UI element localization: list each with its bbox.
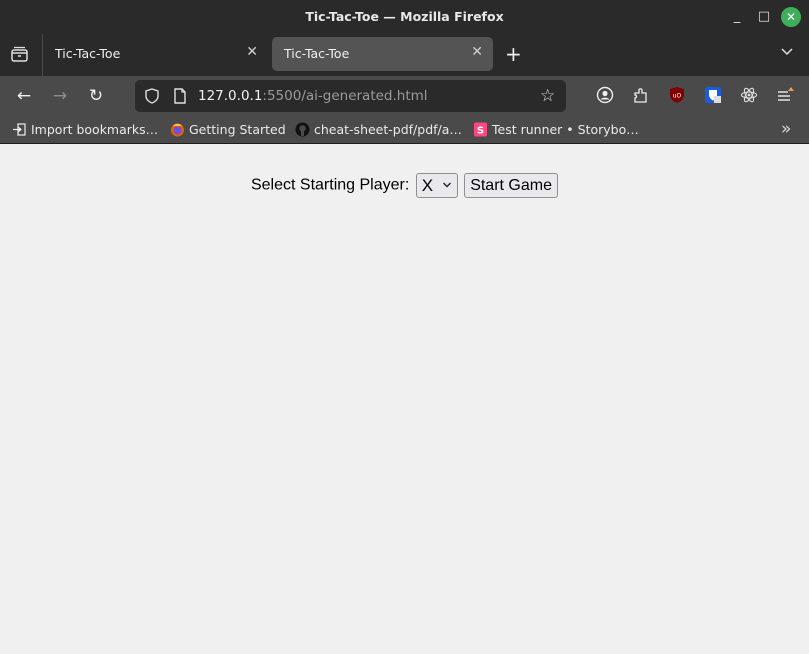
chevron-down-icon <box>442 177 452 194</box>
bookmark-test-runner[interactable]: S Test runner • Storybo… <box>473 122 639 137</box>
tab-close-button[interactable]: ✕ <box>246 44 258 60</box>
starting-player-label: Select Starting Player: <box>250 176 410 194</box>
bookmark-label: cheat-sheet-pdf/pdf/a… <box>314 122 462 137</box>
bookmark-cheat-sheet[interactable]: cheat-sheet-pdf/pdf/a… <box>295 122 462 137</box>
bookmark-label: Test runner • Storybo… <box>492 122 639 137</box>
maximize-button[interactable]: □ <box>754 7 774 27</box>
url-path: :5500/ai-generated.html <box>262 88 428 104</box>
firefox-view-button[interactable] <box>8 44 32 66</box>
chevron-down-icon <box>781 48 793 56</box>
tab-bar: Tic-Tac-Toe ✕ Tic-Tac-Toe ✕ + <box>0 34 809 76</box>
extensions-icon[interactable] <box>632 86 650 104</box>
tab-label: Tic-Tac-Toe <box>55 46 121 61</box>
forward-button[interactable]: → <box>49 85 71 107</box>
bookmark-import[interactable]: Import bookmarks… <box>12 122 158 137</box>
firefox-view-icon <box>11 46 28 62</box>
svg-text:uO: uO <box>673 93 682 100</box>
github-icon <box>295 122 310 137</box>
svg-text:S: S <box>477 126 484 137</box>
new-tab-button[interactable]: + <box>505 42 522 66</box>
bookmark-star-icon[interactable]: ☆ <box>540 86 555 106</box>
ublock-icon[interactable]: uO <box>668 86 686 104</box>
page-content: Select Starting Player: X Start Game <box>0 145 809 654</box>
bookmarks-toolbar: Import bookmarks… Getting Started cheat-… <box>0 116 809 144</box>
list-all-tabs-button[interactable] <box>779 43 795 63</box>
url-host: 127.0.0.1 <box>198 88 263 104</box>
selected-player-value: X <box>421 176 434 195</box>
tab-label: Tic-Tac-Toe <box>284 46 350 61</box>
account-icon[interactable] <box>596 86 614 104</box>
reload-button[interactable]: ↻ <box>85 85 107 107</box>
tab-close-button[interactable]: ✕ <box>471 44 483 60</box>
url-bar[interactable]: 127.0.0.1:5500/ai-generated.html ☆ <box>135 80 566 112</box>
minimize-button[interactable]: _ <box>727 7 747 27</box>
import-icon <box>13 123 26 136</box>
page-icon[interactable] <box>172 87 188 105</box>
close-window-button[interactable]: ✕ <box>781 7 801 27</box>
url-text[interactable]: 127.0.0.1:5500/ai-generated.html <box>198 88 428 104</box>
tab-tic-tac-toe-2-active[interactable]: Tic-Tac-Toe ✕ <box>272 37 493 71</box>
bookmark-label: Import bookmarks… <box>31 122 159 137</box>
game-controls: Select Starting Player: X Start Game <box>0 173 809 198</box>
app-menu-icon[interactable] <box>776 86 794 104</box>
navigation-toolbar: ← → ↻ 127.0.0.1:5500/ai-generated.html ☆… <box>0 76 809 116</box>
window-title: Tic-Tac-Toe — Mozilla Firefox <box>305 9 504 24</box>
storybook-icon: S <box>474 122 487 137</box>
react-devtools-icon[interactable] <box>740 86 758 104</box>
back-button[interactable]: ← <box>13 85 35 107</box>
window-titlebar: Tic-Tac-Toe — Mozilla Firefox _ □ ✕ <box>0 0 809 34</box>
bookmark-getting-started[interactable]: Getting Started <box>170 122 286 137</box>
bitwarden-icon[interactable] <box>704 86 722 104</box>
firefox-icon <box>171 123 184 137</box>
bookmarks-overflow-button[interactable]: » <box>781 119 791 139</box>
starting-player-select[interactable]: X <box>415 173 458 198</box>
tracking-protection-shield-icon[interactable] <box>143 87 161 105</box>
start-game-button[interactable]: Start Game <box>464 173 558 198</box>
bookmark-label: Getting Started <box>189 122 286 137</box>
tab-tic-tac-toe-1[interactable]: Tic-Tac-Toe ✕ <box>43 37 268 71</box>
